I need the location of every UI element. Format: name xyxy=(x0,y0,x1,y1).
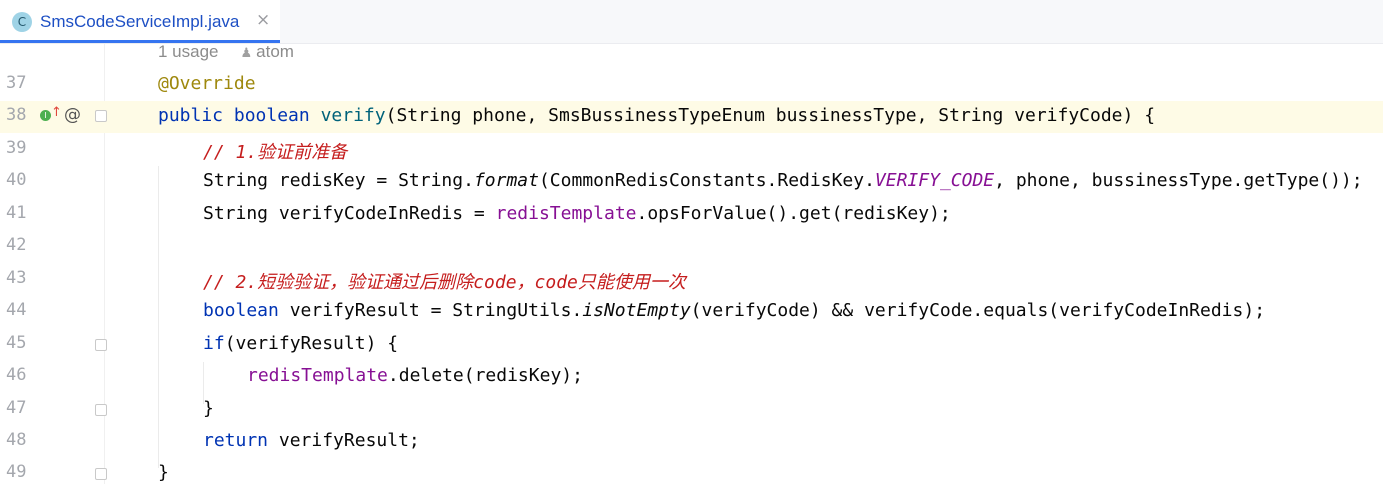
fold-marker-icon[interactable] xyxy=(95,339,107,351)
line-number: 41 xyxy=(6,203,27,223)
tab-smscodeserviceimpl[interactable]: C SmsCodeServiceImpl.java × xyxy=(0,0,280,43)
line-number: 39 xyxy=(6,138,27,158)
person-icon: ♟ xyxy=(240,46,253,61)
code-line[interactable]: 41 String verifyCodeInRedis = redisTempl… xyxy=(0,199,1383,231)
comment: // 1.验证前准备 xyxy=(203,142,348,163)
line-number: 45 xyxy=(6,333,27,353)
code-line[interactable]: 43 // 2.短验验证，验证通过后删除code，code只能使用一次 xyxy=(0,264,1383,296)
line-number: 44 xyxy=(6,300,27,320)
line-number: 42 xyxy=(6,235,27,255)
line-number: 46 xyxy=(6,365,27,385)
method-signature: public boolean verify(String phone, SmsB… xyxy=(158,105,1156,126)
line-number: 47 xyxy=(6,398,27,418)
code-line[interactable]: 40 String redisKey = String.format(Commo… xyxy=(0,166,1383,198)
statement: String redisKey = String.format(CommonRe… xyxy=(203,170,1363,191)
code-line[interactable]: 37 @Override xyxy=(0,69,1383,101)
code-line[interactable]: 46 redisTemplate.delete(redisKey); xyxy=(0,361,1383,393)
code-line[interactable]: 39 // 1.验证前准备 xyxy=(0,134,1383,166)
statement: boolean verifyResult = StringUtils.isNot… xyxy=(203,300,1266,321)
line-number: 37 xyxy=(6,73,27,93)
statement: redisTemplate.delete(redisKey); xyxy=(247,365,583,386)
annotation-gutter-icon[interactable]: @ xyxy=(64,105,81,125)
code-vision-hint[interactable]: 1 usage ♟ atom xyxy=(158,42,294,62)
editor-tab-bar: C SmsCodeServiceImpl.java × xyxy=(0,0,1383,44)
code-line[interactable]: 45 if(verifyResult) { xyxy=(0,329,1383,361)
usages-hint[interactable]: 1 usage xyxy=(158,42,219,61)
if-statement: if(verifyResult) { xyxy=(203,333,399,354)
annotation-override: @Override xyxy=(158,73,256,94)
line-number: 49 xyxy=(6,462,27,482)
code-line[interactable]: 42 xyxy=(0,231,1383,263)
line-number: 43 xyxy=(6,268,27,288)
code-line[interactable]: 47 } xyxy=(0,394,1383,426)
code-line[interactable]: 48 return verifyResult; xyxy=(0,426,1383,458)
code-line[interactable]: 44 boolean verifyResult = StringUtils.is… xyxy=(0,296,1383,328)
line-number: 48 xyxy=(6,430,27,450)
return-statement: return verifyResult; xyxy=(203,430,420,451)
closing-brace: } xyxy=(158,462,169,483)
go-to-interface-icon[interactable]: ↑ xyxy=(51,105,62,120)
code-line[interactable]: 49 } xyxy=(0,458,1383,490)
author-hint[interactable]: atom xyxy=(256,42,294,61)
close-icon[interactable]: × xyxy=(256,10,270,30)
line-number: 40 xyxy=(6,170,27,190)
fold-marker-icon[interactable] xyxy=(95,110,107,122)
tab-title: SmsCodeServiceImpl.java xyxy=(40,12,240,31)
implementing-method-icon[interactable]: I xyxy=(40,110,51,121)
statement: String verifyCodeInRedis = redisTemplate… xyxy=(203,203,951,224)
code-line-current[interactable]: 38 I ↑ @ public boolean verify(String ph… xyxy=(0,101,1383,133)
fold-end-icon[interactable] xyxy=(95,404,107,416)
fold-end-icon[interactable] xyxy=(95,468,107,480)
java-class-icon: C xyxy=(12,12,32,32)
comment: // 2.短验验证，验证通过后删除code，code只能使用一次 xyxy=(203,272,686,293)
closing-brace: } xyxy=(203,398,214,419)
